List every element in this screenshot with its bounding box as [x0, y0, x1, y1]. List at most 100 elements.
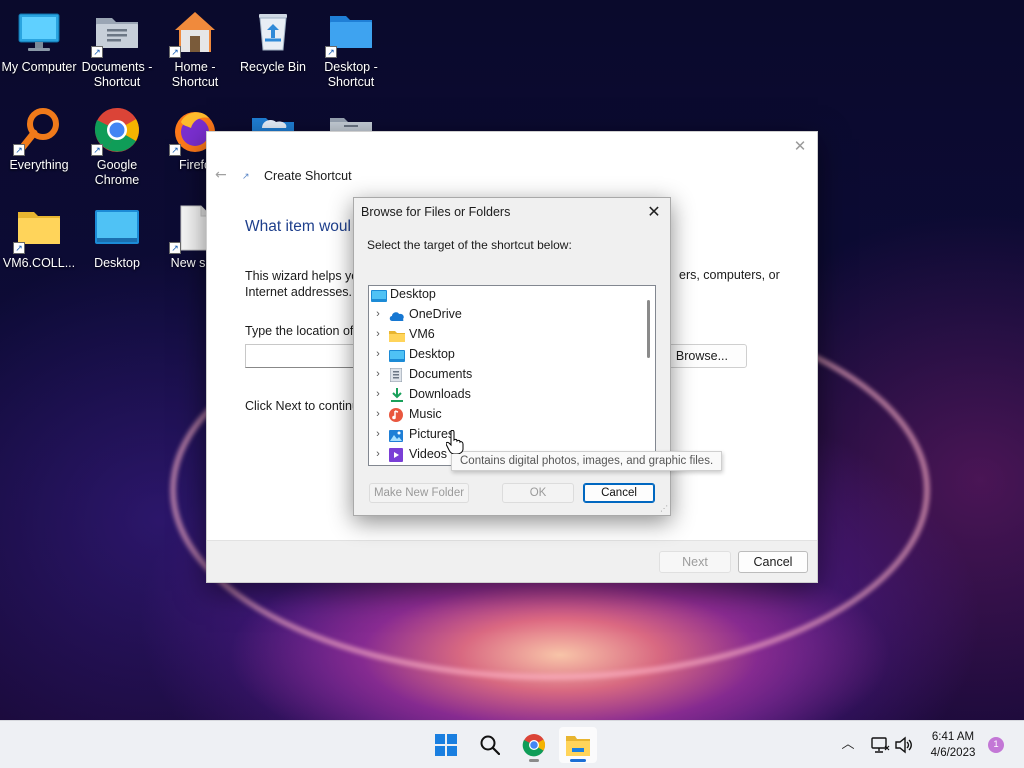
wizard-intro-tail: ers, computers, or — [679, 268, 780, 282]
wizard-heading: What item woul — [245, 218, 351, 235]
music-icon — [389, 408, 403, 422]
tree-item-label: Desktop — [409, 347, 455, 361]
tree-item-documents[interactable]: › Documents — [369, 364, 639, 384]
chevron-right-icon[interactable]: › — [373, 384, 383, 404]
desktop-icon-documents-shortcut[interactable]: ↗ Documents - Shortcut — [78, 8, 156, 90]
recycle-bin-icon — [249, 8, 297, 56]
ok-button[interactable]: OK — [502, 483, 574, 503]
tree-item-music[interactable]: › Music — [369, 404, 639, 424]
browse-instruction: Select the target of the shortcut below: — [367, 238, 572, 252]
folder-icon — [389, 328, 405, 342]
tree-item-label: Videos — [409, 447, 447, 461]
wizard-intro-line2: Internet addresses. — [245, 285, 353, 299]
documents-folder-icon: ↗ — [91, 8, 141, 58]
documents-icon — [389, 367, 404, 383]
tree-item-vm6[interactable]: › VM6 — [369, 324, 639, 344]
back-arrow-icon[interactable]: ← — [215, 167, 231, 183]
start-button[interactable] — [427, 727, 465, 763]
desktop-icon-my-computer[interactable]: My Computer — [0, 8, 78, 75]
monitor-icon — [15, 8, 63, 56]
tree-scrollbar[interactable] — [647, 300, 650, 358]
download-icon — [390, 388, 404, 402]
wizard-footer: Next Cancel — [207, 540, 817, 582]
shortcut-arrow-icon: ↗ — [13, 242, 25, 254]
hand-cursor-icon — [445, 429, 464, 455]
tree-item-label: Music — [409, 407, 442, 421]
tree-item-pictures[interactable]: › Pictures — [369, 424, 639, 444]
tree-item-label: Documents — [409, 367, 473, 381]
chevron-right-icon[interactable]: › — [373, 444, 383, 464]
tree-root-desktop[interactable]: Desktop — [369, 286, 639, 304]
close-icon[interactable]: ✕ — [791, 137, 809, 155]
shortcut-arrow-icon: ↗ — [91, 46, 103, 58]
magnifier-search-icon: ↗ — [13, 106, 63, 156]
cloud-icon — [389, 308, 404, 321]
chrome-icon — [522, 734, 545, 757]
taskbar: ︿ 6:41 AM 4/6/2023 1 — [0, 720, 1024, 768]
desktop-icon-vm6-coll[interactable]: ↗ VM6.COLL... — [0, 204, 78, 271]
chevron-right-icon[interactable]: › — [373, 344, 383, 364]
shortcut-arrow-icon: ↗ — [169, 242, 181, 254]
network-icon[interactable] — [870, 735, 890, 755]
chevron-right-icon[interactable]: › — [373, 404, 383, 424]
chevron-right-icon[interactable]: › — [373, 424, 383, 444]
shortcut-arrow-icon: ↗ — [325, 46, 337, 58]
chevron-right-icon[interactable]: › — [373, 324, 383, 344]
tree-item-onedrive[interactable]: › OneDrive — [369, 304, 639, 324]
chrome-icon: ↗ — [91, 106, 141, 156]
desktop-icon-label: Google Chrome — [94, 158, 140, 187]
search-icon — [480, 735, 500, 755]
tree-item-desktop[interactable]: › Desktop — [369, 344, 639, 364]
desktop-icon — [389, 348, 405, 362]
desktop-folder-icon: ↗ — [325, 8, 375, 58]
browse-button[interactable]: Browse... — [665, 344, 747, 368]
desktop-icon-everything[interactable]: ↗ Everything — [0, 106, 78, 173]
onedrive-folder-icon — [250, 110, 296, 132]
desktop-icon-home-shortcut[interactable]: ↗ Home - Shortcut — [156, 8, 234, 90]
location-label: Type the location of t — [245, 324, 361, 338]
chrome-taskbar-button[interactable] — [515, 727, 553, 763]
desktop-icon-label: Recycle Bin — [240, 60, 306, 74]
documents-folder-icon — [328, 110, 374, 132]
shortcut-wizard-icon: ↗ — [242, 172, 250, 182]
tree-item-downloads[interactable]: › Downloads — [369, 384, 639, 404]
tree-item-label: OneDrive — [409, 307, 462, 321]
browse-dialog-title: Browse for Files or Folders — [361, 205, 511, 219]
chevron-right-icon[interactable]: › — [373, 304, 383, 324]
desktop-icon-label: Everything — [9, 158, 69, 172]
shortcut-arrow-icon: ↗ — [169, 46, 181, 58]
chevron-right-icon[interactable]: › — [373, 364, 383, 384]
resize-grip-icon[interactable]: ⋰ — [660, 505, 668, 513]
tree-item-label: VM6 — [409, 327, 435, 341]
home-icon: ↗ — [169, 8, 219, 58]
next-button[interactable]: Next — [659, 551, 731, 573]
volume-icon[interactable] — [894, 735, 914, 755]
desktop-icon-recycle-bin[interactable]: Recycle Bin — [234, 8, 312, 75]
wizard-continue-text: Click Next to continu — [245, 399, 359, 413]
pictures-icon — [389, 428, 403, 442]
desktop-icon-label: VM6.COLL... — [2, 256, 76, 270]
taskbar-clock[interactable]: 6:41 AM 4/6/2023 — [922, 729, 984, 761]
desktop-icon-label: My Computer — [1, 60, 77, 74]
desktop-icon — [93, 204, 141, 252]
close-icon[interactable]: ✕ — [644, 202, 664, 222]
pictures-tooltip: Contains digital photos, images, and gra… — [451, 451, 723, 471]
desktop-icon-label: Home - Shortcut — [171, 60, 219, 89]
desktop-icon-label: Desktop — [94, 256, 140, 270]
folder-tree[interactable]: Desktop › OneDrive › VM6 › Desktop › Doc… — [368, 285, 656, 466]
chevron-up-icon[interactable]: ︿ — [838, 735, 858, 755]
wizard-cancel-button[interactable]: Cancel — [738, 551, 808, 573]
desktop-icon — [371, 288, 387, 302]
notification-badge[interactable]: 1 — [988, 737, 1004, 753]
search-button[interactable] — [471, 727, 509, 763]
desktop-icon-desktop-shortcut[interactable]: ↗ Desktop - Shortcut — [312, 8, 390, 90]
make-new-folder-button[interactable]: Make New Folder — [369, 483, 469, 503]
cancel-button[interactable]: Cancel — [583, 483, 655, 503]
desktop-icon-google-chrome[interactable]: ↗ Google Chrome — [78, 106, 156, 188]
desktop-icon-desktop[interactable]: Desktop — [78, 204, 156, 271]
file-explorer-taskbar-button[interactable] — [559, 727, 597, 763]
desktop-icon-label: Documents - Shortcut — [81, 60, 153, 89]
shortcut-arrow-icon: ↗ — [13, 144, 25, 156]
clock-date: 4/6/2023 — [930, 747, 976, 759]
file-explorer-icon — [566, 736, 590, 756]
